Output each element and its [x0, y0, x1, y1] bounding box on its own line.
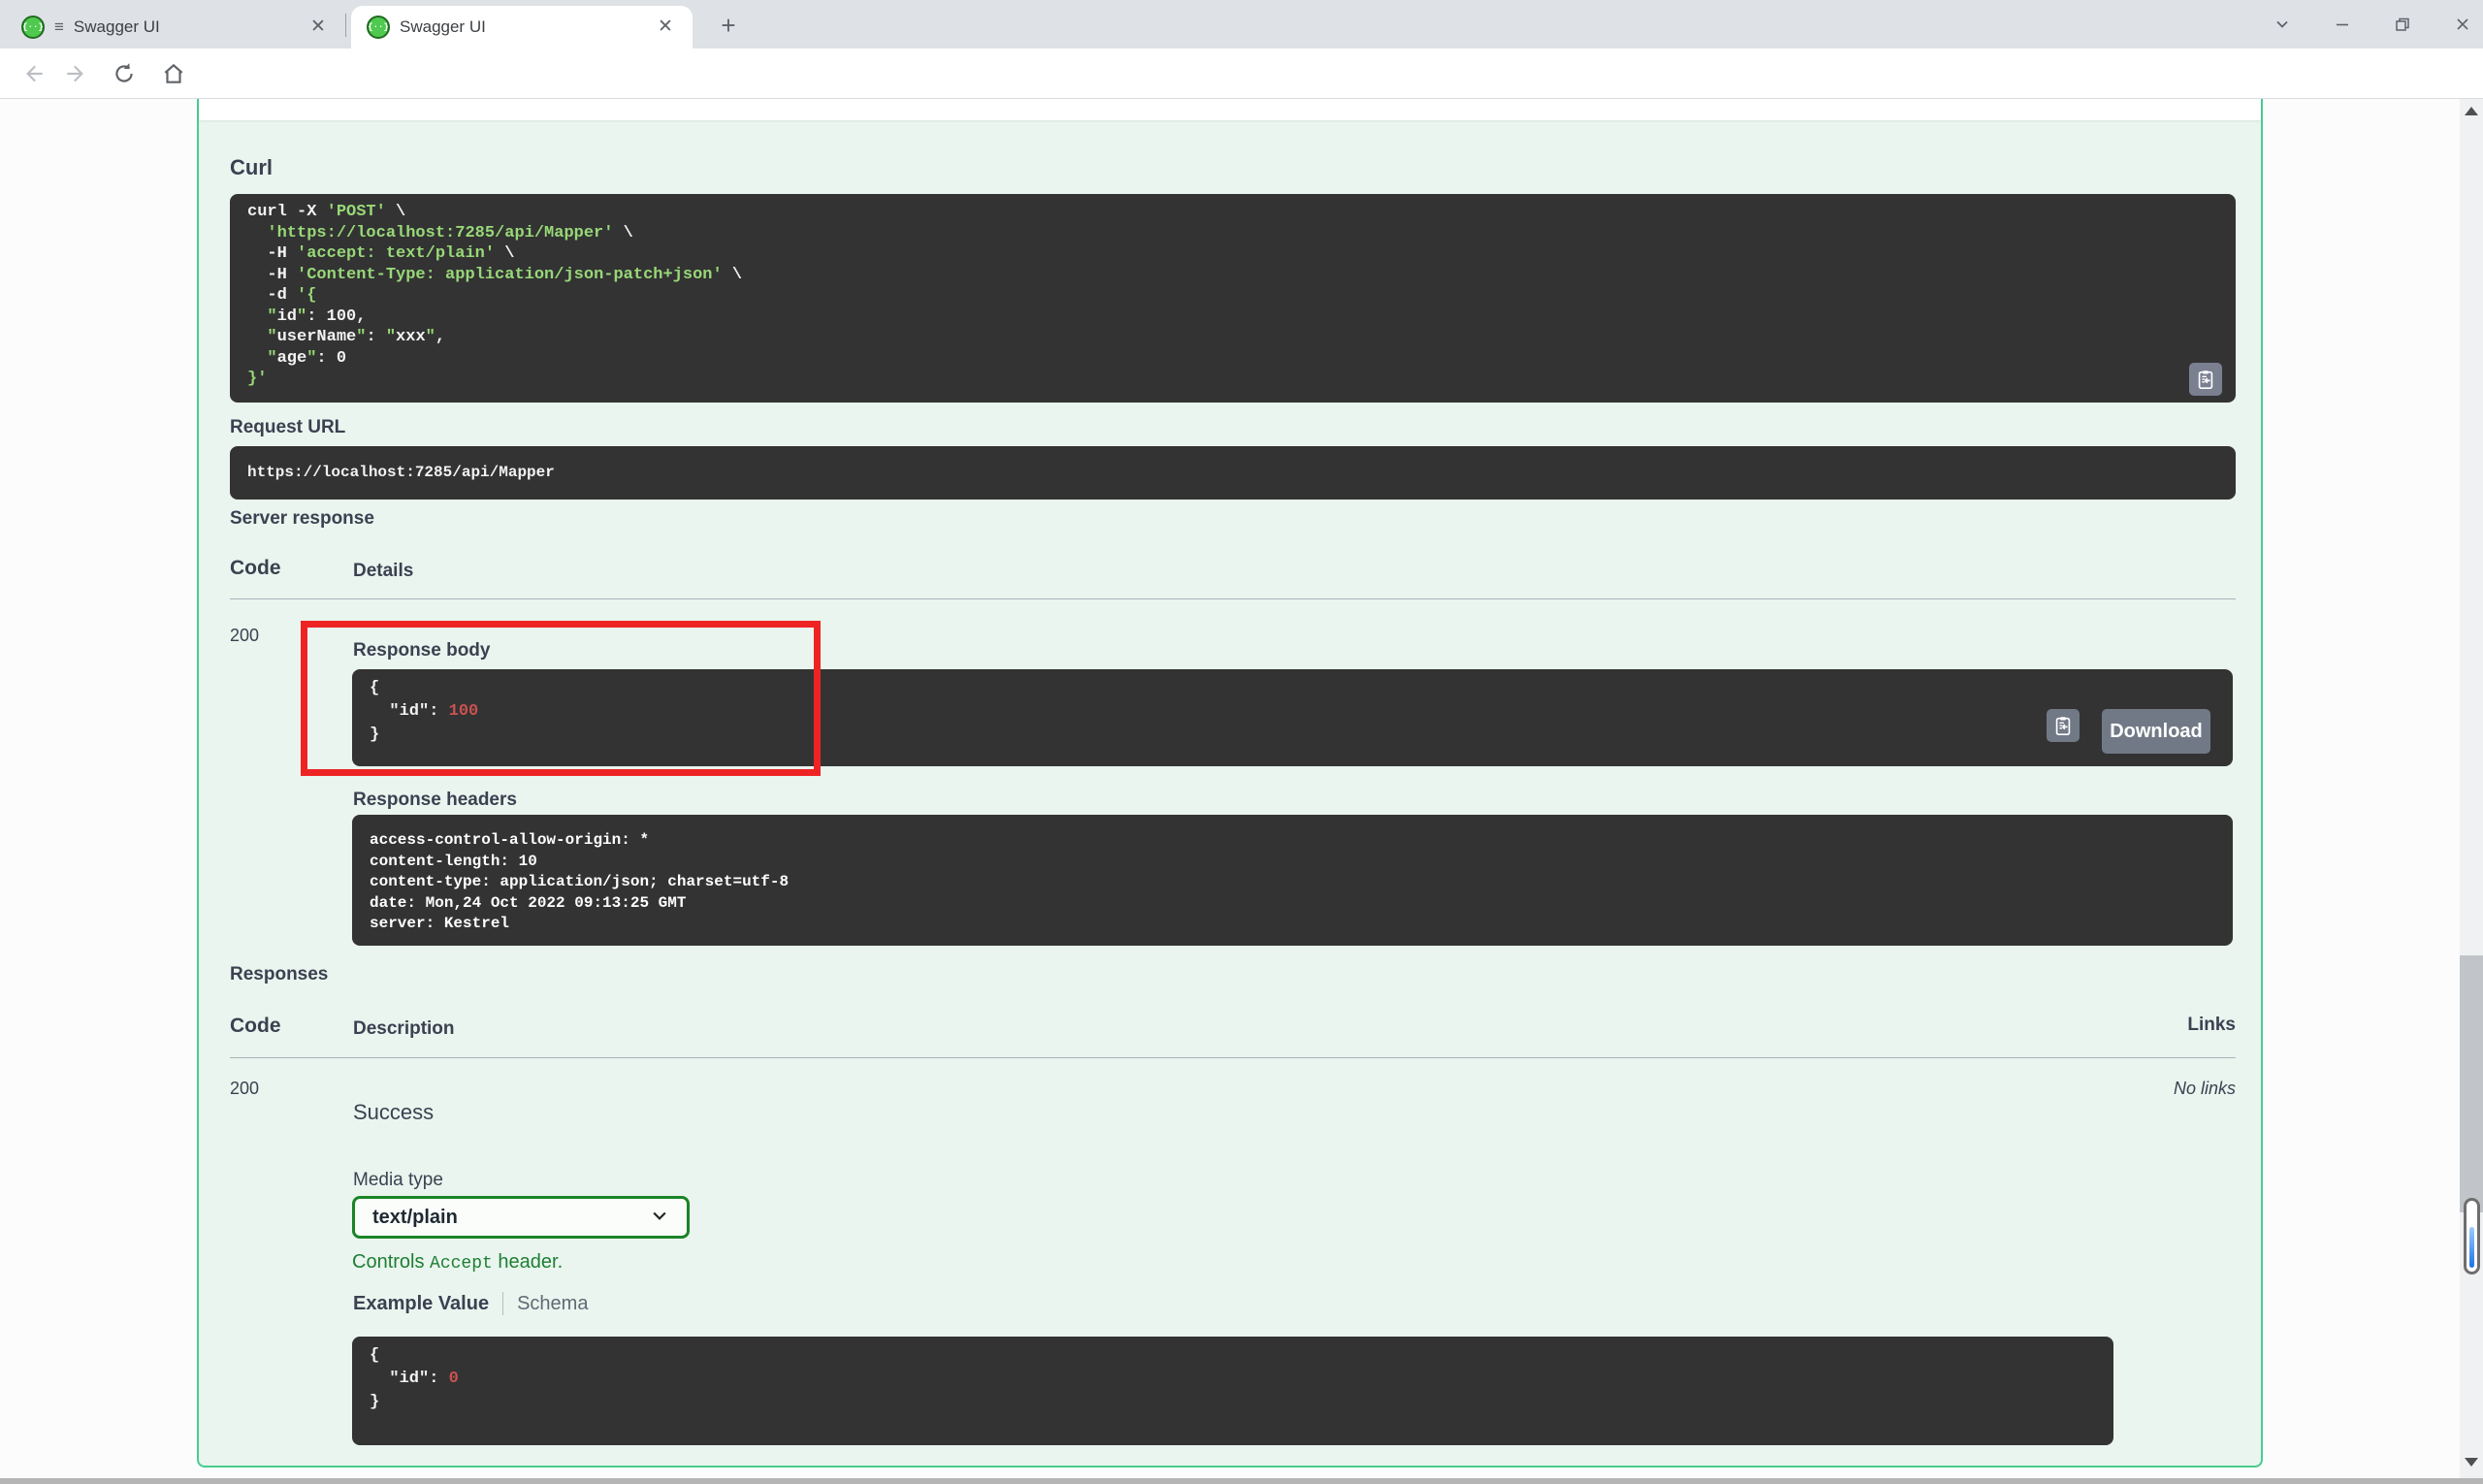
server-response-heading: Server response — [230, 508, 374, 530]
swagger-favicon: {··} — [367, 16, 390, 39]
response-row-description: Success — [353, 1100, 434, 1125]
scroll-indicator-bar — [2469, 1227, 2474, 1268]
tab-title: Swagger UI — [74, 17, 297, 37]
reload-icon[interactable] — [109, 58, 140, 89]
close-window-icon[interactable] — [2452, 14, 2473, 35]
response-headers-block: access-control-allow-origin: *content-le… — [352, 815, 2233, 946]
example-value-code-block: { "id": 0} — [352, 1337, 2113, 1445]
response-row-links: No links — [230, 1079, 2236, 1099]
curl-code-block: curl -X 'POST' \ 'https://localhost:7285… — [230, 194, 2236, 403]
tab-close-icon[interactable]: ✕ — [306, 16, 330, 39]
accept-header-hint: Controls Accept header. — [352, 1251, 563, 1274]
copy-response-button[interactable] — [2047, 709, 2080, 742]
copy-curl-button[interactable] — [2189, 363, 2222, 396]
chevron-down-icon — [650, 1206, 669, 1230]
browser-window: {··} ≡ Swagger UI ✕ {··} Swagger UI ✕ + — [0, 0, 2483, 1484]
minimize-icon[interactable] — [2332, 14, 2353, 35]
window-controls — [2272, 0, 2473, 48]
taskbar-edge — [0, 1478, 2483, 1484]
divider — [230, 598, 2236, 599]
response-headers-heading: Response headers — [353, 790, 517, 811]
tab-separator — [502, 1292, 503, 1315]
tab-strip: {··} ≡ Swagger UI ✕ {··} Swagger UI ✕ + — [0, 0, 2483, 48]
server-response-details-header: Details — [353, 561, 413, 582]
tab-swagger-ui-1[interactable]: {··} ≡ Swagger UI ✕ — [6, 6, 345, 48]
response-body-heading: Response body — [353, 640, 490, 661]
swagger-page: Curl curl -X 'POST' \ 'https://localhost… — [0, 99, 2483, 1484]
request-url-heading: Request URL — [230, 417, 345, 438]
response-body-code-block: { "id": 100} — [352, 669, 2233, 766]
page-scrollbar — [2460, 99, 2483, 1478]
curl-heading: Curl — [230, 155, 273, 180]
tab-example-value[interactable]: Example Value — [353, 1293, 489, 1315]
responses-links-header: Links — [230, 1015, 2236, 1036]
home-icon[interactable] — [158, 58, 189, 89]
tab-title: Swagger UI — [400, 17, 644, 37]
tab-schema[interactable]: Schema — [517, 1293, 588, 1315]
tab-title-prefix: ≡ — [54, 17, 64, 37]
swagger-favicon: {··} — [21, 16, 45, 39]
restore-icon[interactable] — [2392, 14, 2413, 35]
opblock-post-mapper: Curl curl -X 'POST' \ 'https://localhost… — [197, 99, 2263, 1468]
scroll-indicator-pill — [2464, 1198, 2480, 1274]
scrollbar-down-arrow[interactable] — [2465, 1458, 2478, 1467]
tab-close-icon[interactable]: ✕ — [654, 16, 677, 39]
server-response-code-header: Code — [230, 557, 281, 580]
browser-toolbar: localhost:7285/swagger/index.html Ga M <… — [0, 48, 2483, 99]
tab-swagger-ui-2-active[interactable]: {··} Swagger UI ✕ — [351, 6, 693, 48]
tab-search-chevron-icon[interactable] — [2272, 14, 2293, 35]
media-type-select[interactable]: text/plain — [352, 1196, 690, 1239]
new-tab-button[interactable]: + — [714, 12, 743, 41]
model-example-tabs: Example Value Schema — [353, 1292, 588, 1315]
forward-icon[interactable] — [61, 58, 92, 89]
accept-code-text: Accept — [430, 1254, 493, 1274]
scrollbar-thumb[interactable] — [2460, 955, 2483, 1212]
responses-heading: Responses — [230, 964, 328, 985]
media-type-value: text/plain — [372, 1207, 458, 1229]
media-type-label: Media type — [353, 1170, 443, 1191]
tab-divider — [345, 14, 346, 37]
download-button[interactable]: Download — [2102, 709, 2210, 754]
server-response-status-code: 200 — [230, 626, 259, 646]
back-icon[interactable] — [17, 58, 48, 89]
divider — [230, 1057, 2236, 1058]
scrollbar-up-arrow[interactable] — [2465, 107, 2478, 115]
opblock-section-header — [199, 99, 2261, 120]
request-url-value: https://localhost:7285/api/Mapper — [230, 446, 2236, 500]
